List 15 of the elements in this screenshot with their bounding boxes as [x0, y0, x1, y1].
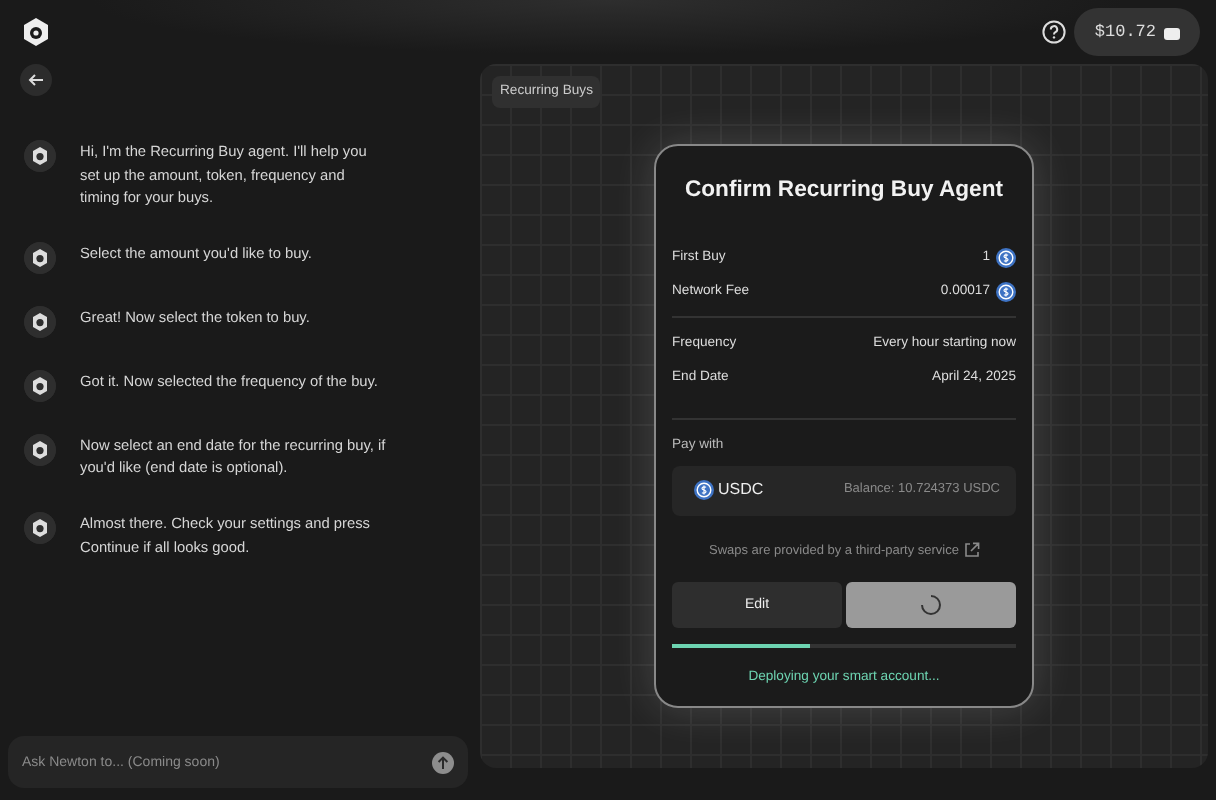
back-button[interactable] — [20, 64, 52, 96]
send-icon[interactable] — [432, 751, 454, 773]
usdc-coin-icon — [996, 281, 1016, 302]
usdc-coin-icon — [694, 479, 714, 500]
wallet-icon — [1164, 25, 1180, 39]
usdc-coin-icon — [996, 247, 1016, 268]
card-title: Confirm Recurring Buy Agent — [682, 176, 1005, 207]
logo-icon — [20, 16, 52, 48]
back-arrow-icon — [28, 74, 44, 86]
external-link-icon[interactable] — [963, 542, 979, 559]
token-name: USDC — [718, 478, 764, 503]
loading-spinner-icon — [920, 594, 942, 617]
balance-button[interactable]: $10.72 — [1074, 7, 1200, 57]
help-icon[interactable] — [1042, 20, 1067, 44]
confirm-button[interactable] — [846, 582, 1016, 629]
